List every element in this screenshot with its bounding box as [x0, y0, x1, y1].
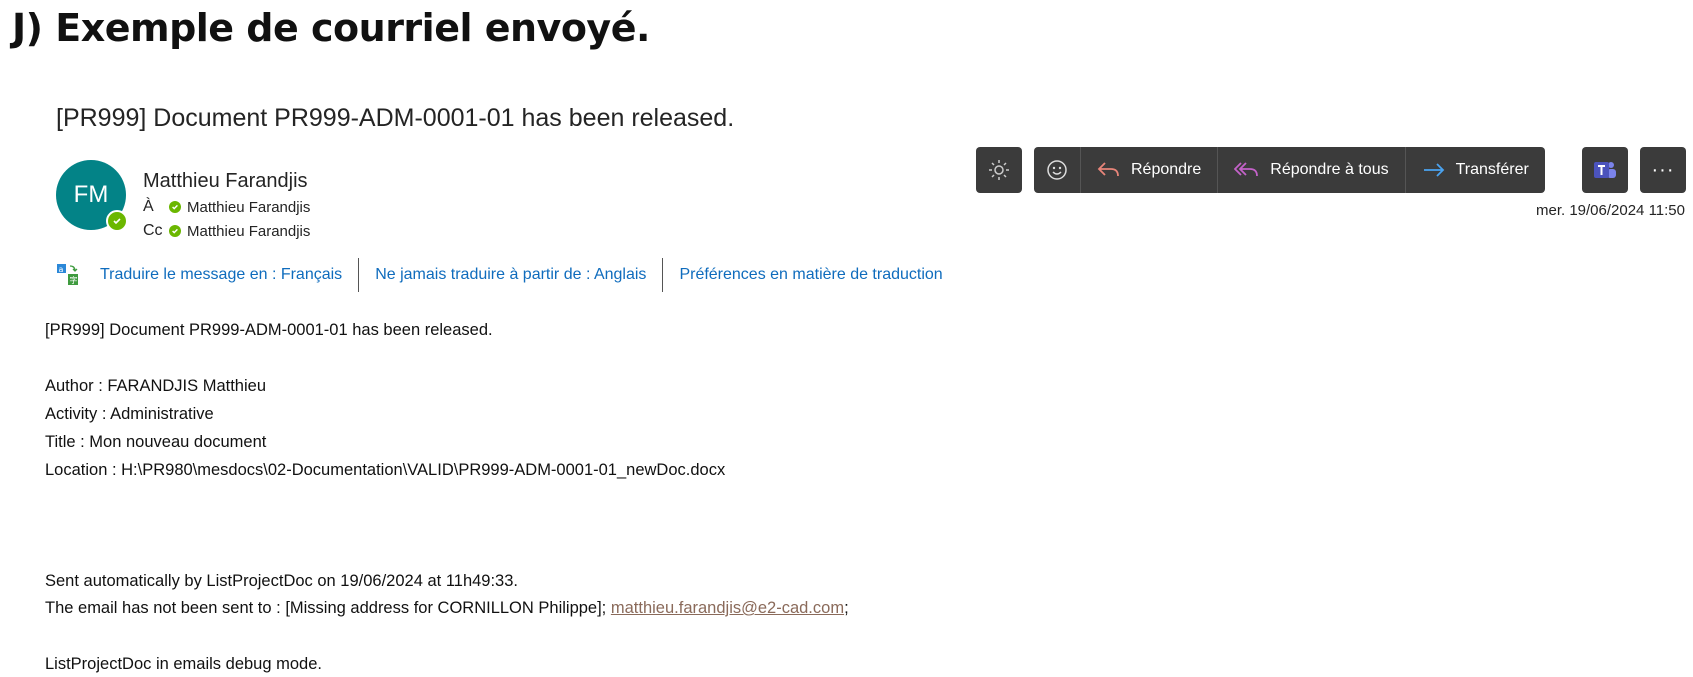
body-line-activity: Activity : Administrative [45, 405, 214, 423]
emoji-reaction-button[interactable] [1034, 147, 1081, 193]
not-sent-suffix: ; [844, 599, 849, 617]
email-date: mer. 19/06/2024 11:50 [1535, 202, 1685, 219]
more-actions-button[interactable]: ··· [1640, 147, 1686, 193]
to-line: À Matthieu Farandjis [143, 198, 310, 216]
body-line-debug: ListProjectDoc in emails debug mode. [45, 655, 322, 673]
body-line-not-sent: The email has not been sent to : [Missin… [45, 599, 849, 618]
email-address-link[interactable]: matthieu.farandjis@e2-cad.com [611, 599, 844, 617]
theme-toggle-button[interactable] [976, 147, 1022, 193]
body-line-sent-automatically: Sent automatically by ListProjectDoc on … [45, 572, 518, 590]
not-sent-text: The email has not been sent to : [Missin… [45, 599, 607, 617]
sender-name[interactable]: Matthieu Farandjis [143, 170, 308, 193]
presence-icon [169, 225, 181, 237]
reply-label: Répondre [1131, 161, 1202, 178]
more-icon: ··· [1651, 158, 1675, 181]
smiley-icon [1047, 160, 1067, 180]
cc-recipient[interactable]: Matthieu Farandjis [187, 223, 310, 240]
to-label: À [143, 198, 154, 215]
teams-button[interactable] [1582, 147, 1628, 193]
reply-arrow-icon [1097, 162, 1119, 177]
reply-actions-group: Répondre Répondre à tous Transférer [1034, 147, 1545, 193]
reply-all-arrow-icon [1234, 162, 1259, 177]
reply-all-label: Répondre à tous [1270, 161, 1389, 178]
body-line-location: Location : H:\PR980\mesdocs\02-Documenta… [45, 461, 726, 479]
teams-icon [1594, 162, 1616, 178]
presence-available-icon [106, 210, 128, 232]
cc-line: Cc Matthieu Farandjis [143, 222, 310, 240]
forward-arrow-icon [1423, 163, 1444, 177]
translation-preferences-link[interactable]: Préférences en matière de traduction [663, 266, 958, 284]
email-subject: [PR999] Document PR999-ADM-0001-01 has b… [56, 104, 735, 132]
translate-icon: a 字 [57, 264, 78, 285]
svg-text:a: a [59, 265, 64, 274]
presence-icon [169, 201, 181, 213]
forward-button[interactable]: Transférer [1406, 147, 1545, 193]
svg-text:字: 字 [70, 275, 78, 285]
body-line-title: Title : Mon nouveau document [45, 433, 267, 451]
reply-button[interactable]: Répondre [1081, 147, 1219, 193]
to-recipient[interactable]: Matthieu Farandjis [187, 199, 310, 216]
page-heading: J) Exemple de courriel envoyé. [12, 6, 650, 50]
never-translate-link[interactable]: Ne jamais traduire à partir de : Anglais [359, 266, 662, 284]
cc-label: Cc [143, 222, 163, 239]
translation-bar: a 字 Traduire le message en : Français Ne… [56, 258, 959, 292]
reply-all-button[interactable]: Répondre à tous [1218, 147, 1406, 193]
translate-message-link[interactable]: Traduire le message en : Français [84, 266, 358, 284]
avatar-initials: FM [73, 181, 109, 208]
body-line-author: Author : FARANDJIS Matthieu [45, 377, 267, 395]
body-line-subject: [PR999] Document PR999-ADM-0001-01 has b… [45, 321, 493, 339]
sun-icon [989, 160, 1009, 180]
forward-label: Transférer [1455, 161, 1529, 178]
